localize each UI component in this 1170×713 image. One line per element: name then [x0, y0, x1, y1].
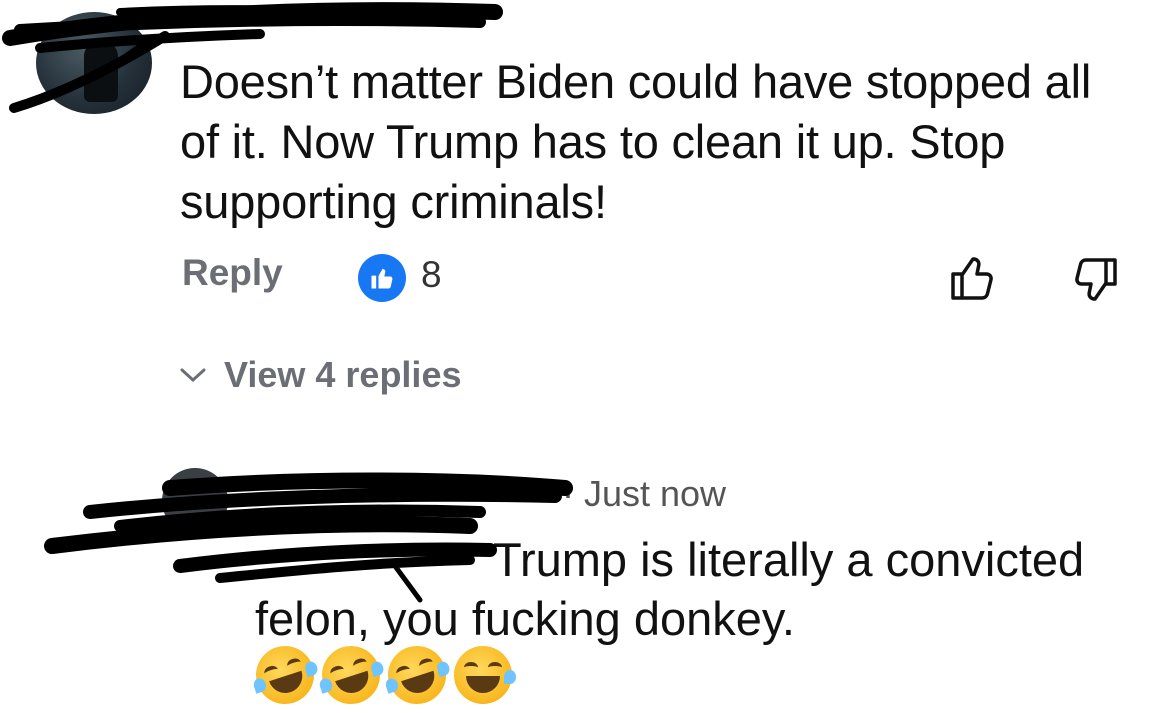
view-replies-label: View 4 replies	[224, 354, 462, 395]
chevron-down-icon	[180, 368, 206, 383]
emoji-row	[248, 638, 516, 712]
thumbs-down-icon[interactable]	[1070, 256, 1120, 309]
like-reaction-badge[interactable]	[358, 254, 406, 302]
reply-body: Trump is literally a convicted felon, yo…	[255, 533, 1085, 645]
thumbs-up-icon[interactable]	[948, 254, 998, 307]
avatar-photo-figure	[84, 42, 118, 102]
grinning-with-sweat-emoji-icon	[454, 646, 516, 704]
reply-timestamp: · Just now	[562, 473, 727, 514]
reply-avatar[interactable]	[162, 468, 228, 534]
like-count: 8	[421, 254, 442, 295]
comment-text: Doesn’t matter Biden could have stopped …	[180, 55, 1092, 228]
view-replies-link[interactable]: View 4 replies	[178, 354, 461, 396]
reply-button[interactable]: Reply	[182, 252, 283, 294]
thumbs-up-filled-icon	[371, 268, 393, 289]
commenter-avatar[interactable]	[36, 12, 152, 114]
rolling-on-floor-laughing-emoji-icon	[380, 638, 454, 712]
rolling-on-floor-laughing-emoji-icon	[248, 638, 322, 712]
reply-text: Trump is literally a convicted felon, yo…	[255, 530, 1135, 648]
rolling-on-floor-laughing-emoji-icon	[314, 638, 388, 712]
